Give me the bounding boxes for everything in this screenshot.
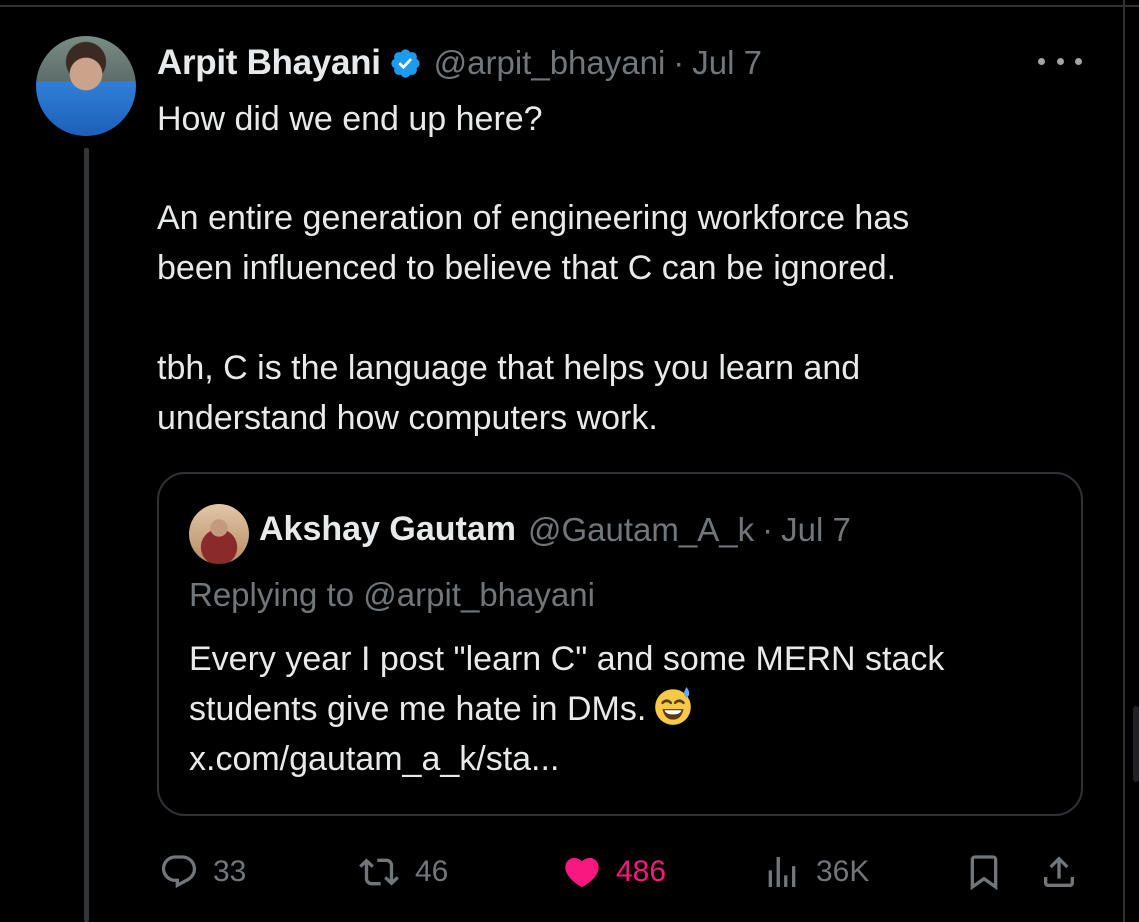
quoted-tweet-card[interactable]: Akshay Gautam @Gautam_A_k · Jul 7 Replyi… — [157, 472, 1083, 816]
retweet-button[interactable]: 46 — [357, 850, 448, 894]
like-heart-icon — [565, 857, 599, 888]
separator-dot: · — [673, 44, 685, 81]
quoted-text-span: students give me hate in DMs. — [189, 690, 647, 728]
quoted-author-handle[interactable]: @Gautam_A_k — [528, 511, 754, 549]
like-count: 486 — [616, 855, 667, 888]
author-name[interactable]: Arpit Bhayani — [157, 43, 381, 83]
sweat-smile-emoji-icon — [655, 687, 692, 725]
tweet-text-line: tbh, C is the language that helps you le… — [157, 349, 861, 387]
views-button[interactable]: 36K — [762, 850, 869, 894]
tweet-text-line: An entire generation of engineering work… — [157, 199, 910, 237]
retweet-icon — [359, 858, 399, 886]
share-icon — [1044, 856, 1074, 887]
author-handle[interactable]: @arpit_bhayani — [434, 44, 666, 82]
reply-button[interactable]: 33 — [159, 850, 246, 894]
like-button[interactable]: 486 — [562, 850, 666, 894]
quoted-link[interactable]: x.com/gautam_a_k/sta... — [189, 734, 1059, 784]
separator-dot: · — [762, 510, 774, 548]
quoted-tweet-date[interactable]: Jul 7 — [781, 511, 851, 549]
quoted-text-line: Every year I post "learn C" and some MER… — [189, 640, 945, 678]
views-icon — [768, 857, 796, 887]
action-bar: 33 46 486 36K — [0, 850, 1139, 894]
top-divider — [0, 0, 1139, 7]
reply-count: 33 — [213, 855, 247, 888]
tweet-date[interactable]: Jul 7 — [692, 44, 762, 82]
more-icon[interactable] — [1038, 46, 1082, 76]
replying-to-label: Replying to @arpit_bhayani — [189, 576, 595, 613]
bookmark-button[interactable] — [964, 850, 1004, 894]
quoted-tweet-header: Akshay Gautam @Gautam_A_k · Jul 7 — [259, 510, 851, 549]
verified-badge-icon — [391, 48, 420, 78]
reply-icon — [161, 855, 197, 889]
author-avatar[interactable] — [36, 36, 136, 136]
quoted-text-line: students give me hate in DMs. — [189, 684, 1059, 734]
tweet-text-line: been influenced to believe that C can be… — [157, 249, 897, 287]
retweet-count: 46 — [415, 855, 449, 888]
scrollbar-thumb[interactable] — [1133, 706, 1139, 782]
views-count: 36K — [816, 855, 870, 888]
column-border — [1123, 0, 1125, 922]
share-button[interactable] — [1039, 850, 1079, 894]
tweet-header: Arpit Bhayani @arpit_bhayani · Jul 7 — [157, 40, 762, 86]
tweet-text-line: understand how computers work. — [157, 399, 658, 437]
tweet-text-line: How did we end up here? — [157, 100, 543, 138]
quoted-author-name[interactable]: Akshay Gautam — [259, 510, 516, 549]
quoted-author-avatar[interactable] — [189, 504, 249, 564]
thread-line — [84, 148, 89, 922]
bookmark-icon — [970, 855, 998, 891]
